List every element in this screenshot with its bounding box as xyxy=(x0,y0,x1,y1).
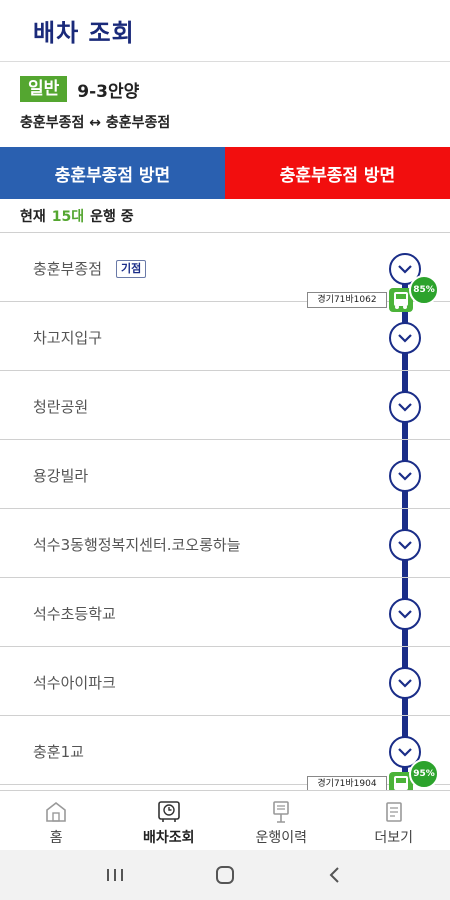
route-top: 일반 9-3안양 xyxy=(20,76,430,102)
stop-name: 충훈부종점 기점 xyxy=(33,258,147,279)
direction-tab-right[interactable]: 충훈부종점 방면 xyxy=(225,147,450,199)
nav-label: 더보기 xyxy=(374,830,414,846)
occupancy-badge: 95% xyxy=(409,759,439,789)
chevron-down-icon[interactable] xyxy=(389,322,421,354)
stop-name: 석수아이파크 xyxy=(33,674,116,692)
history-icon xyxy=(267,799,295,825)
back-icon[interactable] xyxy=(315,860,355,890)
running-status: 현재 15대 운행 중 xyxy=(0,199,450,233)
stop-item[interactable]: 충훈1교 xyxy=(0,716,450,785)
nav-label: 배차조회 xyxy=(142,830,195,846)
route-info: 일반 9-3안양 충훈부종점 ↔ 충훈부종점 xyxy=(0,62,450,147)
stop-item[interactable]: 석수초등학교 xyxy=(0,578,450,647)
stop-name: 석수3동행정복지센터.코오롱하늘 xyxy=(33,536,241,554)
route-path: 충훈부종점 ↔ 충훈부종점 xyxy=(20,115,171,131)
running-suffix: 운행 중 xyxy=(90,208,134,225)
system-nav-bar xyxy=(0,850,450,900)
home-icon xyxy=(42,799,70,825)
nav-dispatch[interactable]: 배차조회 xyxy=(113,791,226,850)
chevron-down-icon[interactable] xyxy=(389,598,421,630)
nav-label: 운행이력 xyxy=(255,830,308,846)
running-prefix: 현재 xyxy=(20,208,46,225)
bus-plate: 경기71바1062 xyxy=(307,292,387,308)
nav-more[interactable]: 더보기 xyxy=(338,791,450,850)
nav-history[interactable]: 운행이력 xyxy=(225,791,338,850)
recent-apps-icon[interactable] xyxy=(95,860,135,890)
chevron-down-icon[interactable] xyxy=(389,529,421,561)
route-number: 9-3안양 xyxy=(77,81,140,102)
running-count: 15대 xyxy=(51,208,85,225)
occupancy-badge: 85% xyxy=(409,275,439,305)
stop-list[interactable]: 충훈부종점 기점 차고지입구 청란공원 용강빌라 석수3동행정복지센터.코오롱하… xyxy=(0,233,450,790)
stop-item[interactable]: 석수아이파크 xyxy=(0,647,450,716)
direction-tab-left[interactable]: 충훈부종점 방면 xyxy=(0,147,225,199)
page-title: 배차 조회 xyxy=(33,19,135,47)
chevron-down-icon[interactable] xyxy=(389,460,421,492)
bus-plate: 경기71바1904 xyxy=(307,776,387,790)
stop-item[interactable]: 청란공원 xyxy=(0,371,450,440)
route-type-badge: 일반 xyxy=(20,76,68,102)
direction-tabs: 충훈부종점 방면 충훈부종점 방면 xyxy=(0,147,450,199)
stop-name: 청란공원 xyxy=(33,398,89,416)
home-button-icon[interactable] xyxy=(205,860,245,890)
bottom-nav: 홈 배차조회 운행이력 더보기 xyxy=(0,790,450,850)
stop-item[interactable]: 차고지입구 xyxy=(0,302,450,371)
chevron-down-icon[interactable] xyxy=(389,391,421,423)
stop-item[interactable]: 석수3동행정복지센터.코오롱하늘 xyxy=(0,509,450,578)
nav-home[interactable]: 홈 xyxy=(0,791,113,850)
chevron-down-icon[interactable] xyxy=(389,667,421,699)
nav-label: 홈 xyxy=(49,830,63,846)
app-header: 배차 조회 xyxy=(0,0,450,62)
stop-name: 석수초등학교 xyxy=(33,605,116,623)
origin-tag: 기점 xyxy=(116,259,147,278)
stop-item[interactable]: 용강빌라 xyxy=(0,440,450,509)
dispatch-clock-icon xyxy=(155,799,183,825)
stop-name: 충훈1교 xyxy=(33,743,84,761)
stop-name: 차고지입구 xyxy=(33,329,103,347)
stop-name: 용강빌라 xyxy=(33,467,89,485)
more-icon xyxy=(380,799,408,825)
